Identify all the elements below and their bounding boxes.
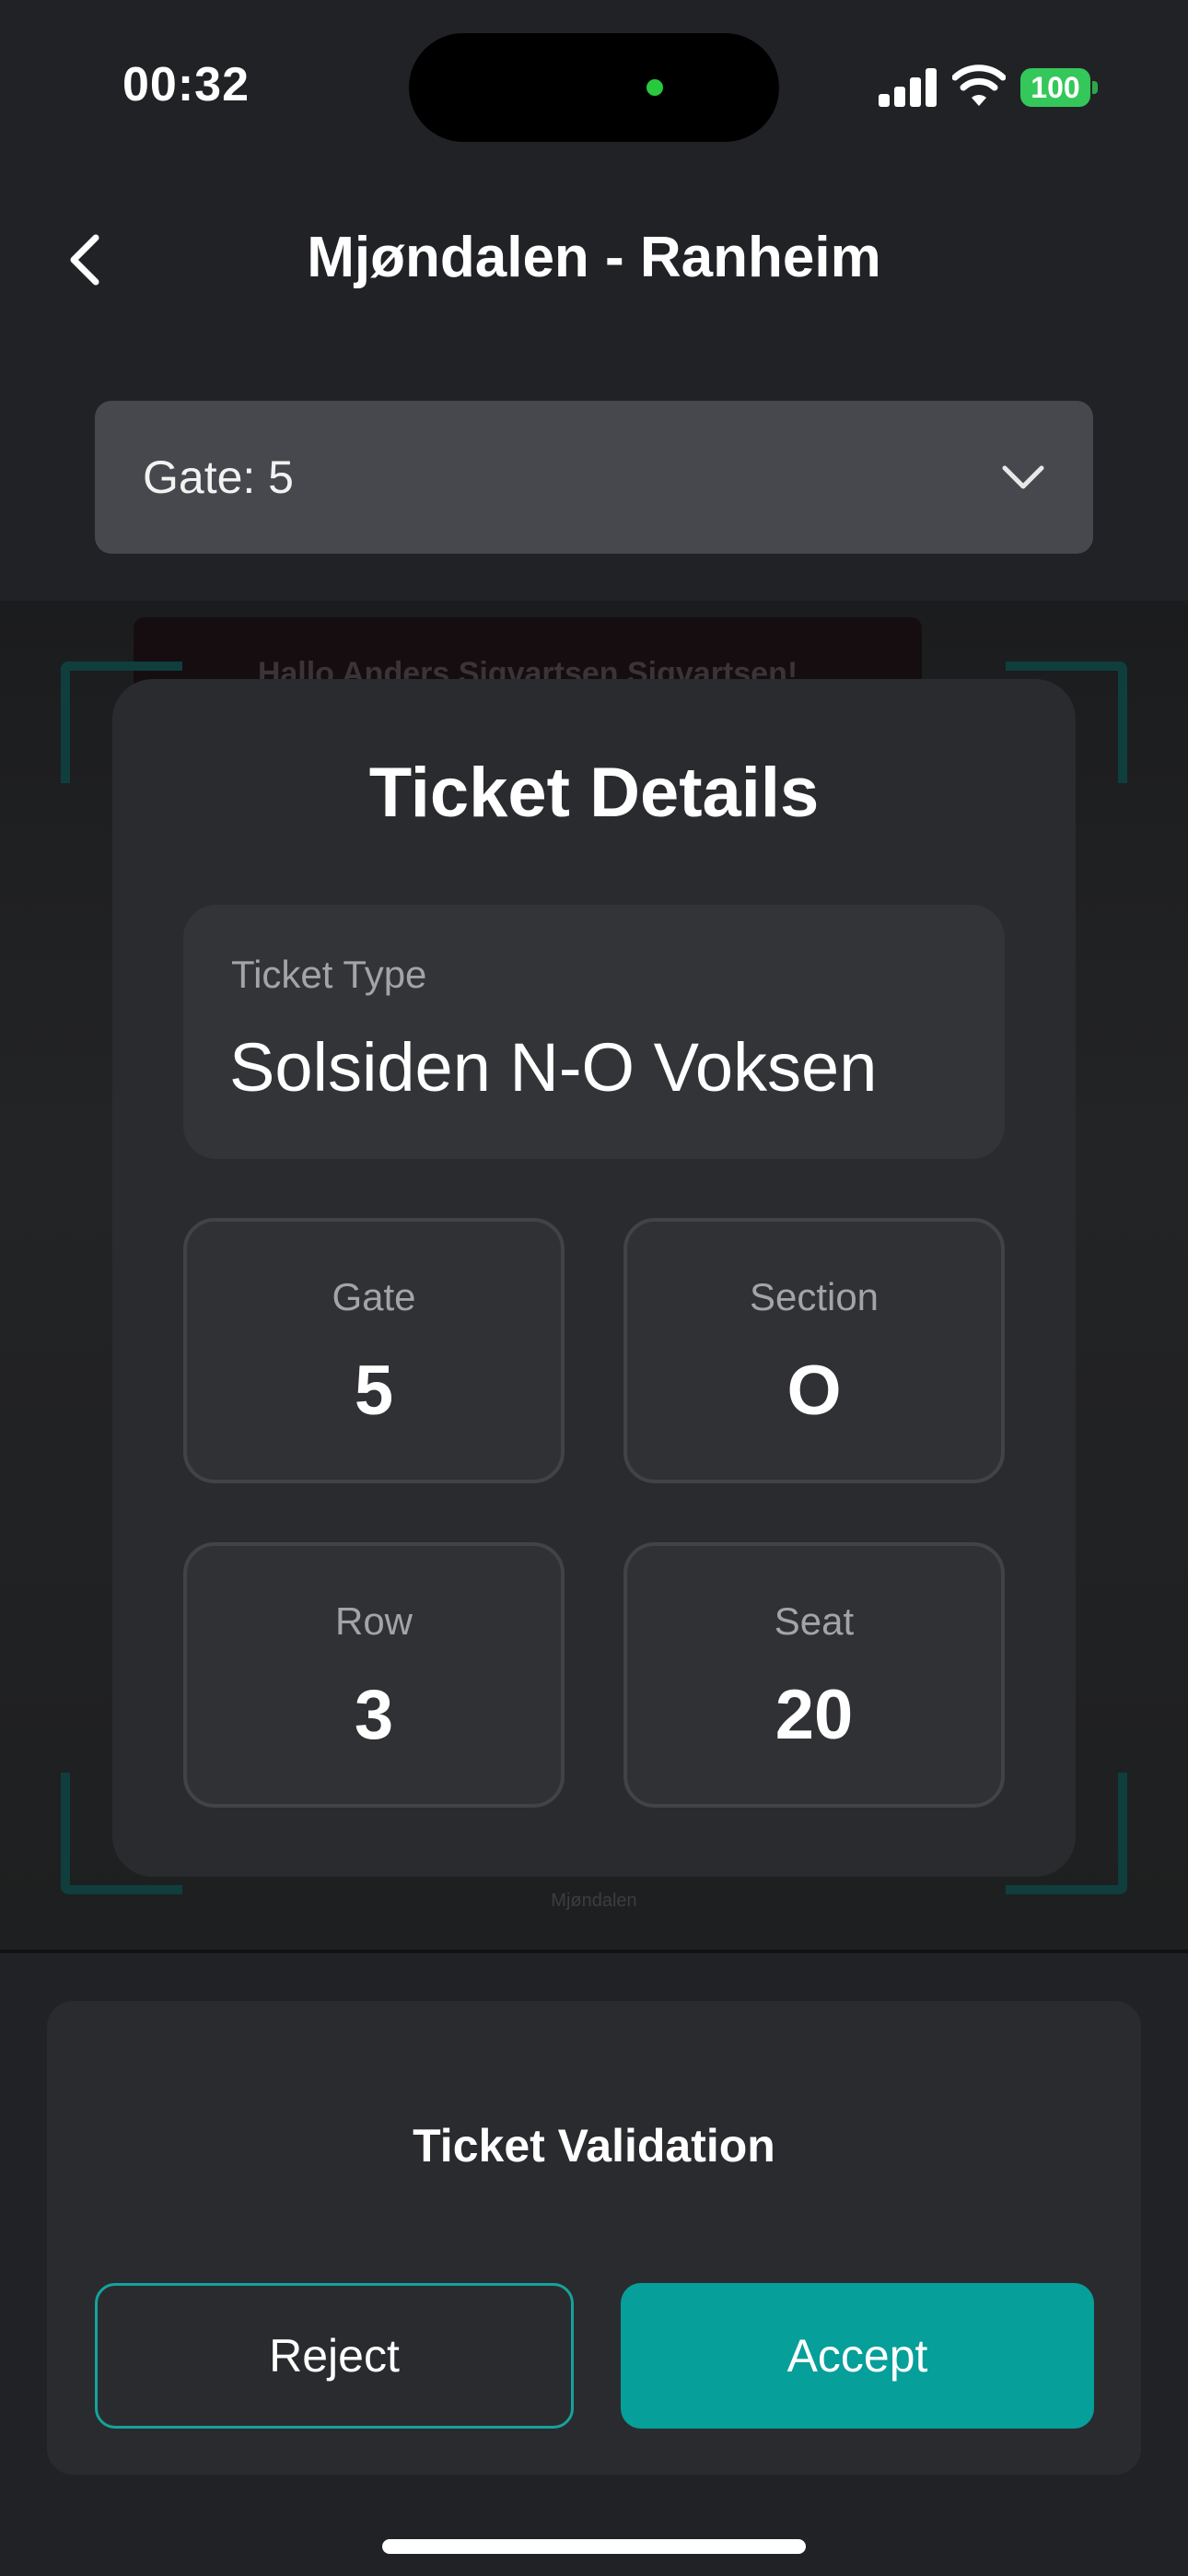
dynamic-island <box>409 33 779 142</box>
reject-button[interactable]: Reject <box>95 2283 574 2429</box>
gate-select-value: Gate: 5 <box>143 451 294 503</box>
wifi-icon <box>951 63 1007 109</box>
section-label: Section <box>749 1275 879 1318</box>
gate-select[interactable]: Gate: 5 <box>95 401 1093 554</box>
accept-button[interactable]: Accept <box>621 2283 1094 2429</box>
gate-box: Gate 5 <box>183 1218 565 1483</box>
battery-cap <box>1092 81 1098 94</box>
camera-indicator-dot <box>646 79 663 96</box>
ticket-details-card: Ticket Details Ticket Type Solsiden N-O … <box>112 679 1076 1877</box>
row-box: Row 3 <box>183 1542 565 1808</box>
scanned-ticket-footer: Mjøndalen <box>551 1891 637 1911</box>
home-indicator[interactable] <box>382 2539 806 2554</box>
gate-value: 5 <box>354 1352 394 1430</box>
seat-value: 20 <box>775 1676 854 1754</box>
chevron-down-icon <box>1002 465 1044 489</box>
ticket-details-title: Ticket Details <box>368 754 820 832</box>
ticket-type-box: Ticket Type Solsiden N-O Voksen <box>183 905 1005 1159</box>
seat-label: Seat <box>774 1599 855 1643</box>
battery-icon: 100 <box>1020 68 1098 107</box>
camera-divider <box>0 1950 1188 1953</box>
ticket-validation-title: Ticket Validation <box>413 2120 775 2172</box>
back-button[interactable] <box>57 225 112 295</box>
ticket-type-value: Solsiden N-O Voksen <box>229 1029 878 1106</box>
section-value: O <box>786 1352 842 1430</box>
chevron-left-icon <box>70 234 99 286</box>
page-title: Mjøndalen - Ranheim <box>307 226 881 289</box>
cellular-signal-icon <box>879 68 938 107</box>
row-value: 3 <box>354 1676 394 1754</box>
row-label: Row <box>334 1599 413 1643</box>
status-time: 00:32 <box>122 58 250 111</box>
gate-label: Gate <box>332 1275 416 1318</box>
battery-level: 100 <box>1020 68 1090 107</box>
ticket-type-label: Ticket Type <box>231 953 427 996</box>
seat-box: Seat 20 <box>623 1542 1005 1808</box>
section-box: Section O <box>623 1218 1005 1483</box>
screen: 00:32 100 Mjøndalen - Ranheim Gate: 5 Ha… <box>0 0 1188 2576</box>
ticket-validation-panel: Ticket Validation Reject Accept <box>47 2001 1141 2475</box>
